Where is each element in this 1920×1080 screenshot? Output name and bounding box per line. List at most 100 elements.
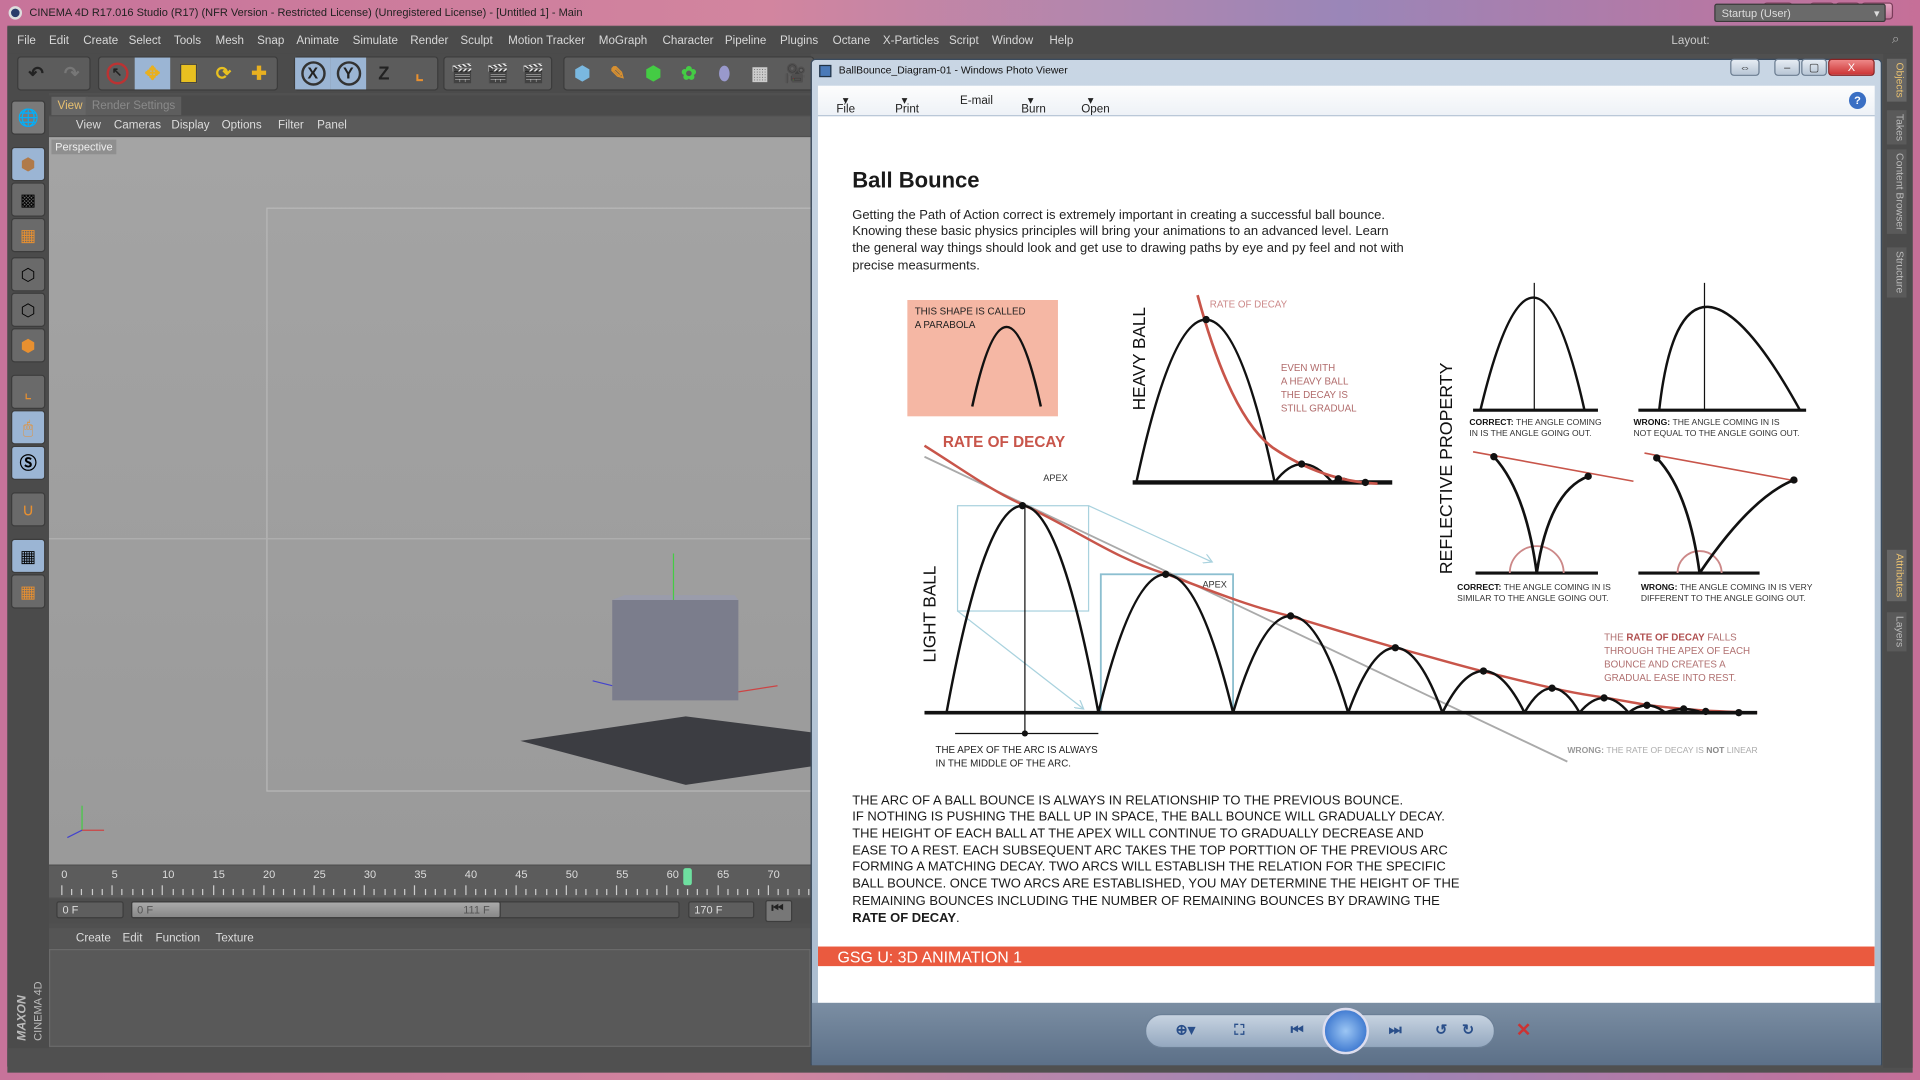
coordinate-system-icon[interactable]: ⌞ — [402, 58, 438, 90]
menu-tools[interactable]: Tools — [174, 34, 201, 47]
select-icon[interactable]: ↖ — [99, 58, 135, 90]
make-editable-icon[interactable]: 🌐 — [11, 100, 46, 135]
material-menu-edit[interactable]: Edit — [122, 932, 142, 945]
perspective-viewport[interactable]: Perspective — [48, 137, 811, 865]
tab-view[interactable]: View — [51, 96, 89, 116]
viewport-menu-options[interactable]: Options — [222, 119, 262, 132]
y-axis-icon[interactable]: Y — [330, 57, 367, 90]
model-mode-icon[interactable]: ⬢ — [11, 146, 46, 182]
tab-takes[interactable]: Takes — [1886, 110, 1907, 145]
pv-close-button[interactable]: X — [1828, 58, 1875, 76]
menu-create[interactable]: Create — [83, 34, 118, 47]
tab-render-settings[interactable]: Render Settings — [85, 96, 182, 116]
menu-script[interactable]: Script — [949, 34, 979, 47]
menu-character[interactable]: Character — [662, 34, 713, 47]
next-icon[interactable]: ⏭ — [1389, 1021, 1402, 1039]
pv-menu-email[interactable]: E-mail — [960, 94, 993, 107]
menu-snap[interactable]: Snap — [257, 34, 284, 47]
z-axis-icon[interactable]: Z — [366, 58, 402, 90]
tab-structure[interactable]: Structure — [1886, 247, 1907, 297]
viewport-menu-cameras[interactable]: Cameras — [114, 119, 161, 132]
range-slider[interactable]: 0 F 111 F — [131, 901, 501, 919]
cube-object[interactable] — [612, 600, 739, 701]
align-workplane-icon[interactable]: ▦ — [11, 574, 46, 609]
edges-mode-icon[interactable]: ⬡ — [11, 292, 46, 327]
subdivision-icon[interactable]: ⬢ — [636, 58, 672, 90]
pv-restore-button[interactable]: ⇔ — [1730, 58, 1760, 76]
viewport-menu-display[interactable]: Display — [171, 119, 209, 132]
floor-icon[interactable]: ▦ — [742, 58, 778, 90]
pv-menu-print[interactable]: Print ▾ — [895, 94, 919, 116]
axis-mode-icon[interactable]: ⌞ — [11, 374, 46, 409]
rotate-icon[interactable]: ⟳ — [206, 58, 242, 90]
solo-icon[interactable]: Ⓢ — [11, 445, 46, 481]
redo-icon[interactable]: ↷ — [54, 58, 90, 90]
polygons-mode-icon[interactable]: ⬢ — [11, 328, 46, 363]
material-manager-panel[interactable] — [48, 948, 811, 1047]
tab-layers[interactable]: Layers — [1886, 612, 1907, 651]
rotate-ccw-icon[interactable]: ↺ — [1435, 1021, 1447, 1038]
menu-plugins[interactable]: Plugins — [780, 34, 818, 47]
x-axis-handle[interactable] — [738, 685, 778, 693]
layout-dropdown[interactable]: Startup (User) ▾ — [1714, 3, 1886, 23]
add-icon[interactable]: ✚ — [241, 58, 277, 90]
viewport-menu-filter[interactable]: Filter — [278, 119, 304, 132]
pen-icon[interactable]: ✎ — [600, 58, 636, 90]
start-frame-field[interactable]: 0 F — [56, 901, 124, 919]
render-view-icon[interactable]: 🎬 — [444, 58, 480, 90]
end-frame-field[interactable]: 170 F — [688, 901, 755, 919]
move-icon[interactable]: ✥ — [134, 57, 171, 90]
tab-objects[interactable]: Objects — [1886, 58, 1907, 102]
playhead[interactable] — [683, 868, 692, 886]
floor-plane[interactable] — [520, 716, 811, 785]
tweak-mode-icon[interactable]: 🖱 — [11, 410, 46, 445]
help-icon[interactable]: ? — [1848, 91, 1867, 109]
menu-octane[interactable]: Octane — [833, 34, 871, 47]
pv-menu-burn[interactable]: Burn ▾ — [1021, 94, 1046, 116]
scale-icon[interactable] — [170, 58, 206, 90]
menu-mesh[interactable]: Mesh — [216, 34, 244, 47]
undo-icon[interactable]: ↶ — [18, 58, 54, 90]
render-settings-icon[interactable]: 🎬 — [516, 58, 552, 90]
menu-file[interactable]: File — [17, 34, 36, 47]
zoom-icon[interactable]: ⊕▾ — [1176, 1021, 1196, 1038]
pv-maximize-button[interactable]: ▢ — [1801, 58, 1827, 76]
material-menu-texture[interactable]: Texture — [216, 932, 254, 945]
deformer-icon[interactable]: ⬮ — [707, 58, 743, 90]
x-axis-icon[interactable]: X — [295, 57, 331, 90]
pv-menu-open[interactable]: Open ▾ — [1081, 94, 1109, 116]
tab-attributes[interactable]: Attributes — [1886, 549, 1907, 602]
menu-simulate[interactable]: Simulate — [353, 34, 398, 47]
actual-size-icon[interactable]: ⛶ — [1234, 1021, 1244, 1039]
z-axis-handle[interactable] — [592, 680, 613, 687]
lock-workplane-icon[interactable]: ▦ — [11, 538, 46, 574]
menu-window[interactable]: Window — [992, 34, 1033, 47]
slideshow-icon[interactable] — [1322, 1007, 1369, 1055]
search-icon[interactable]: ⌕ — [1892, 32, 1900, 48]
menu-motion-tracker[interactable]: Motion Tracker — [508, 34, 585, 47]
camera-icon[interactable]: 🎥 — [778, 58, 814, 90]
menu-edit[interactable]: Edit — [49, 34, 69, 47]
cloner-icon[interactable]: ✿ — [671, 58, 707, 90]
points-mode-icon[interactable]: ⬡ — [11, 257, 46, 292]
pv-minimize-button[interactable]: – — [1774, 58, 1801, 76]
snap-icon[interactable]: ∪ — [11, 492, 46, 527]
menu-x-particles[interactable]: X-Particles — [883, 34, 939, 47]
timeline-ruler[interactable]: 0 5 10 15 20 25 30 35 40 45 50 55 60 65 70 — [48, 865, 811, 898]
rotate-cw-icon[interactable]: ↻ — [1462, 1021, 1474, 1038]
menu-mograph[interactable]: MoGraph — [599, 34, 648, 47]
menu-pipeline[interactable]: Pipeline — [725, 34, 766, 47]
menu-help[interactable]: Help — [1049, 34, 1073, 47]
pv-menu-file[interactable]: File ▾ — [836, 94, 855, 116]
material-menu-create[interactable]: Create — [76, 932, 111, 945]
workplane-icon[interactable]: ▦ — [11, 217, 46, 253]
cube-icon[interactable]: ⬢ — [564, 58, 600, 90]
viewport-menu-view[interactable]: View — [76, 119, 101, 132]
tab-content-browser[interactable]: Content Browser — [1886, 149, 1907, 235]
texture-mode-icon[interactable]: ▩ — [11, 182, 46, 217]
viewport-menu-panel[interactable]: Panel — [317, 119, 347, 132]
material-menu-function[interactable]: Function — [156, 932, 201, 945]
delete-icon[interactable]: ✕ — [1516, 1019, 1531, 1041]
menu-sculpt[interactable]: Sculpt — [460, 34, 492, 47]
go-to-start-icon[interactable]: ⏮ — [765, 900, 793, 923]
